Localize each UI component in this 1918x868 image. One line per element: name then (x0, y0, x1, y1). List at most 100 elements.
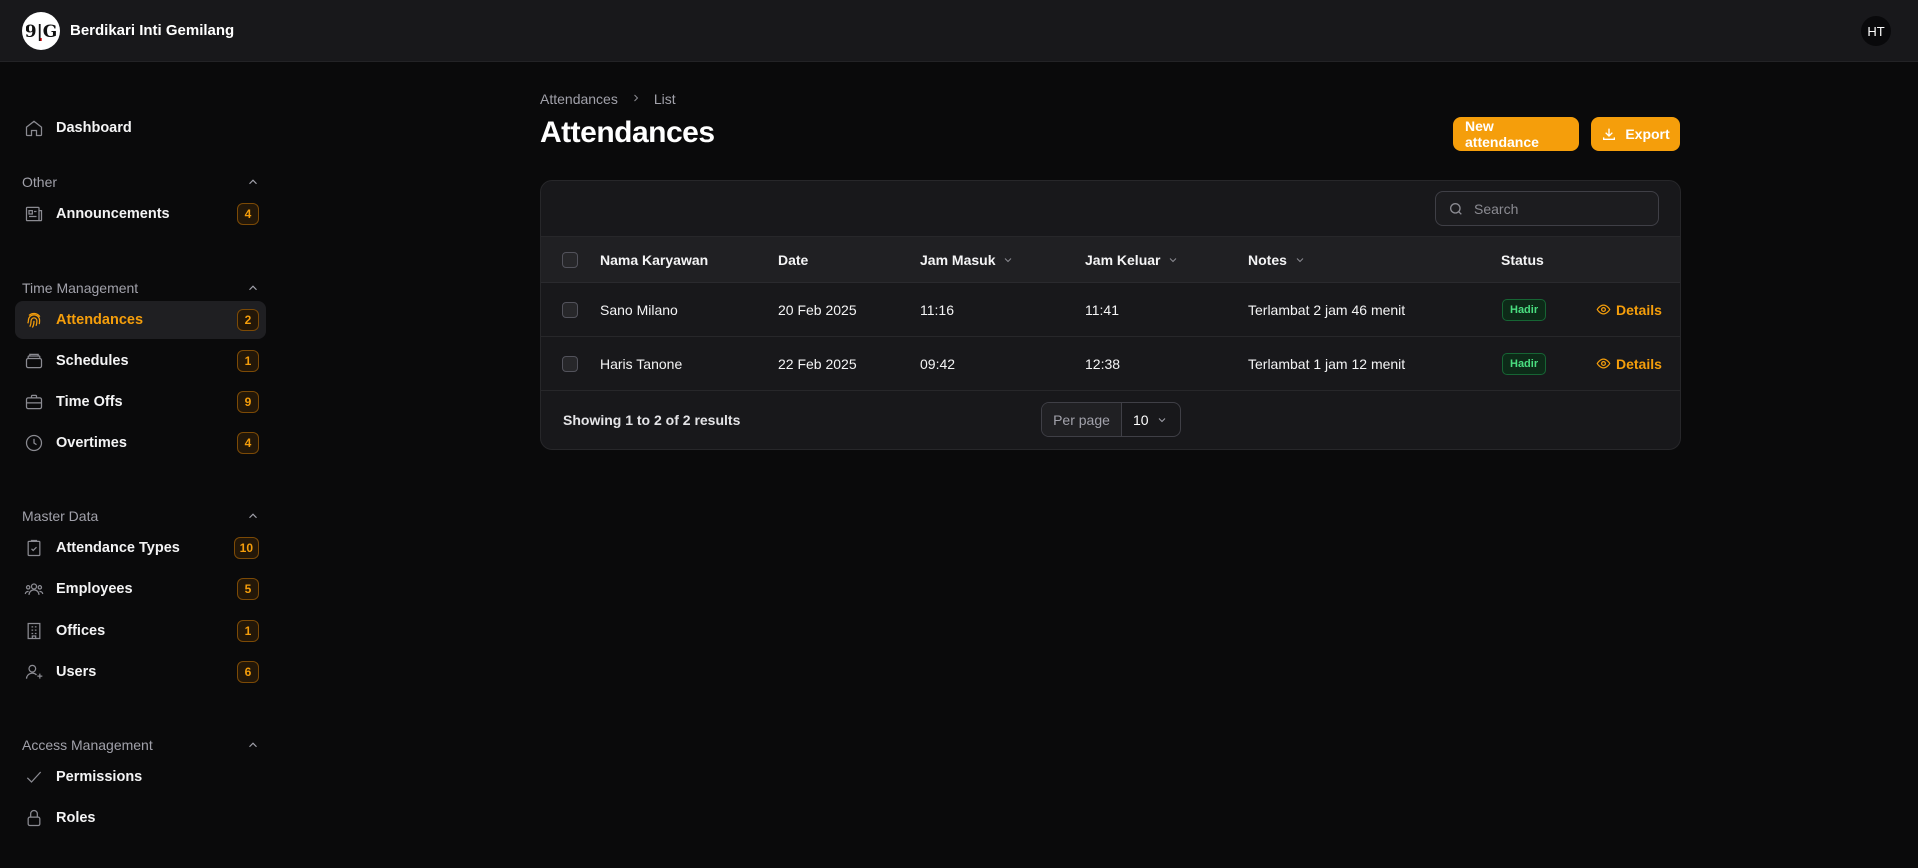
sidebar-item-label: Users (56, 664, 97, 680)
export-button[interactable]: Export (1591, 117, 1680, 151)
chevron-down-icon (1158, 417, 1166, 422)
chevron-right-icon (630, 91, 642, 107)
logo-mark-icon: 9|G (26, 22, 56, 42)
group-time-management-toggle[interactable]: Time Management (22, 278, 260, 298)
download-icon (1601, 126, 1617, 142)
chevron-up-icon (249, 513, 257, 519)
table-toolbar (541, 181, 1680, 237)
attendances-table-card: Nama Karyawan Date Jam Masuk Jam Keluar … (540, 180, 1681, 450)
button-label: Export (1625, 126, 1670, 142)
per-page-select[interactable]: Per page 10 (1041, 402, 1181, 437)
fingerprint-icon (23, 309, 45, 331)
column-header-name: Nama Karyawan (600, 251, 709, 268)
building-icon (23, 620, 45, 642)
top-bar: 9|G Berdikari Inti Gemilang HT (0, 0, 1918, 62)
row-checkbox[interactable] (562, 301, 578, 318)
sidebar-item-label: Time Offs (56, 394, 123, 410)
group-access-management-toggle[interactable]: Access Management (22, 735, 260, 755)
column-header-jam-keluar[interactable]: Jam Keluar (1085, 237, 1179, 282)
group-other-toggle[interactable]: Other (22, 172, 260, 192)
sidebar-item-label: Schedules (56, 353, 129, 369)
chevron-down-icon (1294, 254, 1306, 266)
chevron-up-icon (249, 285, 257, 291)
details-label: Details (1616, 301, 1662, 318)
attendance-date: 20 Feb 2025 (778, 301, 857, 318)
jam-keluar: 11:41 (1085, 301, 1119, 318)
count-badge: 6 (237, 661, 259, 683)
briefcase-icon (23, 391, 45, 413)
company-logo[interactable]: 9|G (22, 11, 60, 50)
sidebar: Dashboard Other Announcements 4 Time Man… (0, 62, 280, 868)
table-row[interactable]: Haris Tanone 22 Feb 2025 09:42 12:38 Ter… (541, 337, 1680, 391)
stack-icon (23, 350, 45, 372)
lock-icon (23, 807, 45, 829)
clipboard-check-icon (23, 537, 45, 559)
clock-icon (23, 432, 45, 454)
sidebar-item-label: Offices (56, 623, 106, 639)
group-title: Other (22, 174, 58, 190)
search-icon (1450, 202, 1462, 215)
results-summary: Showing 1 to 2 of 2 results (563, 412, 741, 428)
sidebar-item-offices[interactable]: Offices 1 (15, 612, 266, 650)
group-title: Master Data (22, 508, 99, 524)
jam-masuk: 11:16 (920, 301, 954, 318)
button-label: New attendance (1465, 118, 1539, 150)
breadcrumb-list: List (653, 91, 676, 107)
column-header-jam-masuk[interactable]: Jam Masuk (920, 237, 1014, 282)
sidebar-item-label: Announcements (56, 206, 170, 222)
brand-name[interactable]: Berdikari Inti Gemilang (70, 22, 234, 39)
jam-keluar: 12:38 (1085, 355, 1121, 372)
count-badge: 5 (237, 578, 259, 600)
new-attendance-button[interactable]: New attendance (1453, 117, 1579, 151)
users-group-icon (23, 578, 45, 600)
page-title: Attendances (540, 116, 715, 149)
row-checkbox[interactable] (562, 355, 578, 372)
sidebar-item-users[interactable]: Users 6 (15, 653, 266, 691)
details-link[interactable]: Details (1596, 302, 1662, 318)
table-row[interactable]: Sano Milano 20 Feb 2025 11:16 11:41 Terl… (541, 283, 1680, 337)
user-avatar[interactable]: HT (1861, 16, 1891, 46)
details-link[interactable]: Details (1596, 356, 1662, 372)
count-badge: 4 (237, 432, 259, 454)
sidebar-item-roles[interactable]: Roles (15, 799, 266, 837)
chevron-up-icon (249, 742, 257, 748)
sidebar-item-permissions[interactable]: Permissions (15, 758, 266, 796)
per-page-value-select[interactable]: 10 (1122, 403, 1180, 436)
details-label: Details (1616, 355, 1662, 372)
employee-name: Haris Tanone (600, 355, 683, 372)
column-header-notes[interactable]: Notes (1248, 237, 1306, 282)
table-footer: Showing 1 to 2 of 2 results Per page 10 (541, 391, 1680, 449)
sidebar-item-announcements[interactable]: Announcements 4 (15, 195, 266, 233)
sidebar-item-label: Permissions (56, 769, 143, 785)
check-icon (23, 766, 45, 788)
chevron-down-icon (1002, 254, 1014, 266)
sidebar-item-time-offs[interactable]: Time Offs 9 (15, 383, 266, 421)
breadcrumb: Attendances List (540, 91, 676, 107)
notes: Terlambat 2 jam 46 menit (1248, 301, 1406, 318)
sidebar-item-employees[interactable]: Employees 5 (15, 570, 266, 608)
breadcrumb-attendances[interactable]: Attendances (540, 91, 618, 107)
per-page-label: Per page (1042, 403, 1122, 436)
status-badge: Hadir (1502, 298, 1547, 321)
sidebar-item-label: Employees (56, 581, 133, 597)
sidebar-item-attendances[interactable]: Attendances 2 (15, 301, 266, 339)
jam-masuk: 09:42 (920, 355, 956, 372)
count-badge: 1 (237, 620, 259, 642)
column-header-date: Date (778, 251, 809, 268)
sidebar-item-schedules[interactable]: Schedules 1 (15, 342, 266, 380)
eye-icon (1596, 358, 1611, 369)
group-title: Access Management (22, 737, 153, 753)
search-box[interactable] (1435, 191, 1659, 226)
search-input[interactable] (1474, 200, 1644, 217)
count-badge: 1 (237, 350, 259, 372)
sidebar-item-attendance-types[interactable]: Attendance Types 10 (15, 529, 266, 567)
sidebar-item-label: Overtimes (56, 435, 127, 451)
sidebar-item-overtimes[interactable]: Overtimes 4 (15, 424, 266, 462)
select-all-checkbox[interactable] (562, 251, 578, 268)
sidebar-item-dashboard[interactable]: Dashboard (15, 109, 266, 147)
eye-icon (1596, 304, 1611, 315)
sidebar-item-label: Dashboard (56, 120, 132, 136)
sidebar-item-label: Attendance Types (56, 540, 180, 556)
count-badge: 2 (237, 309, 259, 331)
group-master-data-toggle[interactable]: Master Data (22, 506, 260, 526)
